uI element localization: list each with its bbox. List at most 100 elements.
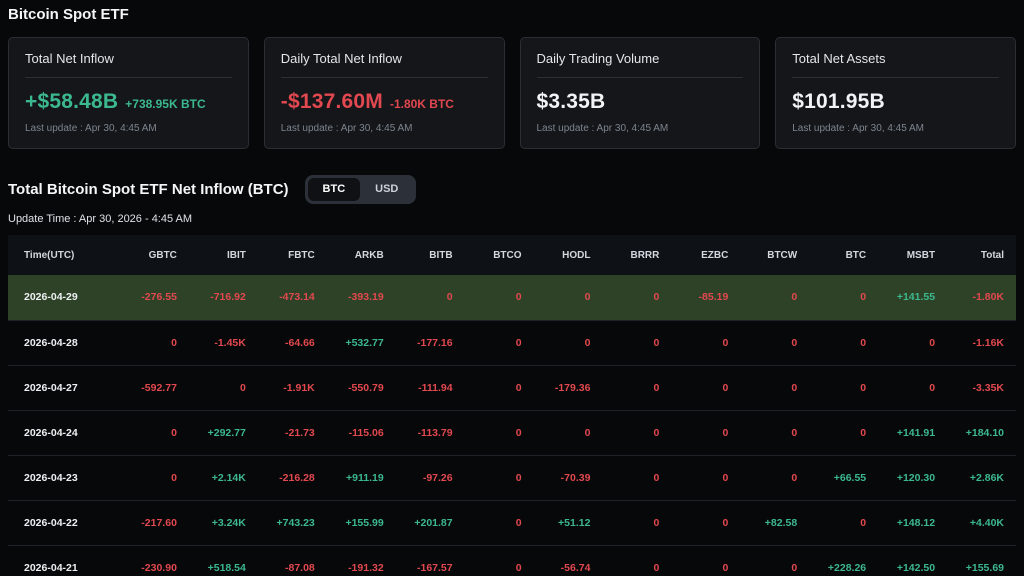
divider: [25, 77, 232, 78]
cell-value: 0: [584, 336, 591, 349]
cell-value: -216.28: [279, 471, 315, 484]
card-value: $101.95B: [792, 90, 885, 113]
cell-value: 0: [515, 516, 522, 529]
toggle-btc-button[interactable]: BTC: [307, 178, 361, 201]
cell-value: 0: [515, 291, 522, 304]
cell-value: 0: [791, 471, 798, 484]
column-header-hodl: HODL: [562, 249, 591, 261]
column-header-fbtc: FBTC: [288, 249, 315, 261]
card-total-net-assets: Total Net Assets $101.95B Last update : …: [775, 37, 1016, 149]
update-time: Update Time : Apr 30, 2026 - 4:45 AM: [8, 213, 193, 225]
column-header-brrr: BRRR: [630, 249, 660, 261]
card-title: Total Net Inflow: [25, 51, 114, 66]
cell-value: 0: [171, 336, 177, 349]
cell-value: -64.66: [284, 336, 315, 349]
cell-value: 0: [791, 381, 798, 394]
cell-value: -473.14: [279, 291, 315, 304]
cell-value: 0: [791, 426, 798, 439]
currency-toggle: BTC USD: [304, 175, 417, 204]
toggle-usd-button[interactable]: USD: [360, 178, 413, 201]
cell-value: -97.26: [422, 471, 453, 484]
cell-value: 0: [171, 471, 177, 484]
cell-value: +66.55: [833, 471, 867, 484]
cell-value: +155.99: [345, 516, 384, 529]
column-header-ibit: IBIT: [226, 249, 246, 261]
cell-value: -1.80K: [972, 291, 1004, 304]
cell-value: -592.77: [141, 381, 177, 394]
table-row: 2026-04-22 -217.60 +3.24K +743.23 +155.99 +20…: [8, 500, 1016, 545]
cell-value: 0: [722, 381, 729, 394]
cell-value: +228.26: [827, 561, 867, 574]
cell-value: 0: [860, 516, 867, 529]
card-title: Daily Trading Volume: [536, 51, 660, 66]
cell-value: -87.08: [284, 561, 315, 574]
cell-value: 0: [653, 561, 660, 574]
column-header-gbtc: GBTC: [148, 249, 177, 261]
column-header-btc: BTC: [845, 249, 867, 261]
table-row: 2026-04-23 0 +2.14K -216.28 +911.19 -97.26 0 -7…: [8, 455, 1016, 500]
divider: [280, 77, 488, 78]
cell-value: +2.14K: [211, 471, 246, 484]
cell-value: -393.19: [348, 291, 384, 304]
cell-value: -167.57: [416, 561, 453, 574]
cell-value: -276.55: [141, 291, 177, 304]
cell-value: 0: [860, 381, 867, 394]
card-sub-value: -1.80K BTC: [389, 97, 454, 111]
cell-value: 0: [584, 426, 591, 439]
card-value: -$137.60M: [280, 90, 383, 113]
page-title: Bitcoin Spot ETF: [8, 6, 129, 23]
card-total-net-inflow: Total Net Inflow +$58.48B +738.95K BTC L…: [8, 37, 249, 149]
cell-value: -217.60: [141, 516, 177, 529]
divider: [536, 77, 744, 78]
cell-value: -56.74: [560, 561, 591, 574]
card-title: Total Net Assets: [792, 51, 886, 66]
cell-value: -115.06: [348, 426, 384, 439]
cell-value: 0: [791, 336, 798, 349]
cell-value: 0: [929, 336, 936, 349]
cell-value: 0: [515, 471, 522, 484]
cell-value: -550.79: [348, 381, 384, 394]
cell-value: 0: [653, 516, 660, 529]
column-header-btco: BTCO: [493, 249, 522, 261]
cell-value: 0: [653, 381, 660, 394]
card-last-update: Last update : Apr 30, 4:45 AM: [280, 123, 413, 134]
column-header-total: Total: [980, 249, 1004, 261]
cell-value: 0: [722, 336, 729, 349]
section-header: Total Bitcoin Spot ETF Net Inflow (BTC) …: [8, 175, 1016, 204]
card-last-update: Last update : Apr 30, 4:45 AM: [536, 123, 669, 134]
section-title: Total Bitcoin Spot ETF Net Inflow (BTC): [8, 181, 289, 198]
column-header-bitb: BITB: [429, 249, 453, 261]
cell-value: -21.73: [284, 426, 315, 439]
etf-table: Time(UTC) GBTC IBIT FBTC ARKB BITB BTCO HODL BRR…: [8, 235, 1016, 576]
cell-value: 0: [584, 291, 591, 304]
cell-value: +4.40K: [969, 516, 1004, 529]
cell-value: +141.55: [896, 291, 936, 304]
card-sub-value: +738.95K BTC: [125, 97, 206, 111]
cell-value: +292.77: [207, 426, 246, 439]
table-row: 2026-04-29 -276.55 -716.92 -473.14 -393.19 0 0…: [8, 275, 1016, 320]
cell-value: -179.36: [554, 381, 591, 394]
cell-value: -85.19: [698, 291, 729, 304]
cell-value: 0: [653, 471, 660, 484]
column-header-ezbc: EZBC: [701, 249, 729, 261]
cell-value: +51.12: [558, 516, 591, 529]
cell-value: +82.58: [764, 516, 798, 529]
cell-value: 0: [860, 336, 867, 349]
table-row: 2026-04-27 -592.77 0 -1.91K -550.79 -111.94 0 -…: [8, 365, 1016, 410]
table-row: 2026-04-28 0 -1.45K -64.66 +532.77 -177.16 0 0 0…: [8, 320, 1016, 365]
cell-value: -1.91K: [283, 381, 315, 394]
row-date: 2026-04-23: [24, 471, 78, 484]
cell-value: +141.91: [896, 426, 936, 439]
row-date: 2026-04-24: [24, 426, 78, 439]
cell-value: 0: [791, 291, 798, 304]
column-header-btcw: BTCW: [767, 249, 798, 261]
cell-value: 0: [860, 426, 867, 439]
cell-value: -1.16K: [972, 336, 1004, 349]
row-date: 2026-04-29: [24, 291, 78, 304]
cell-value: +3.24K: [211, 516, 246, 529]
cell-value: +2.86K: [969, 471, 1004, 484]
cell-value: +743.23: [276, 516, 315, 529]
cell-value: +532.77: [345, 336, 384, 349]
cell-value: -111.94: [418, 381, 453, 394]
table-row: 2026-04-24 0 +292.77 -21.73 -115.06 -113.79 0 0…: [8, 410, 1016, 455]
